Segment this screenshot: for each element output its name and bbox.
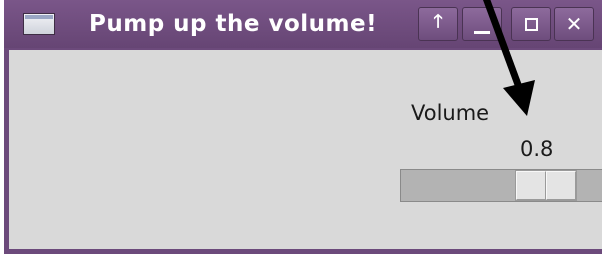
close-icon: ✕ — [565, 12, 583, 36]
volume-slider[interactable] — [400, 169, 602, 202]
window-content: Volume 0.8 — [9, 50, 602, 249]
window-app-icon[interactable] — [23, 13, 55, 35]
app-window: Pump up the volume! 🡑 ✕ Volume 0.8 — [4, 0, 602, 254]
maximize-button[interactable] — [511, 7, 551, 41]
slider-thumb-grip-left — [516, 171, 546, 200]
maximize-icon — [524, 17, 538, 31]
slider-thumb-grip-right — [546, 171, 576, 200]
up-arrow-icon: 🡑 — [433, 11, 443, 32]
title-bar[interactable]: Pump up the volume! 🡑 ✕ — [4, 0, 602, 48]
raise-window-button[interactable]: 🡑 — [418, 7, 458, 41]
volume-slider-thumb[interactable] — [515, 170, 577, 201]
minimize-icon — [474, 30, 490, 34]
window-title: Pump up the volume! — [89, 11, 378, 37]
minimize-button[interactable] — [462, 7, 502, 41]
volume-value: 0.8 — [520, 137, 554, 161]
close-button[interactable]: ✕ — [554, 7, 594, 41]
volume-label: Volume — [411, 101, 490, 125]
